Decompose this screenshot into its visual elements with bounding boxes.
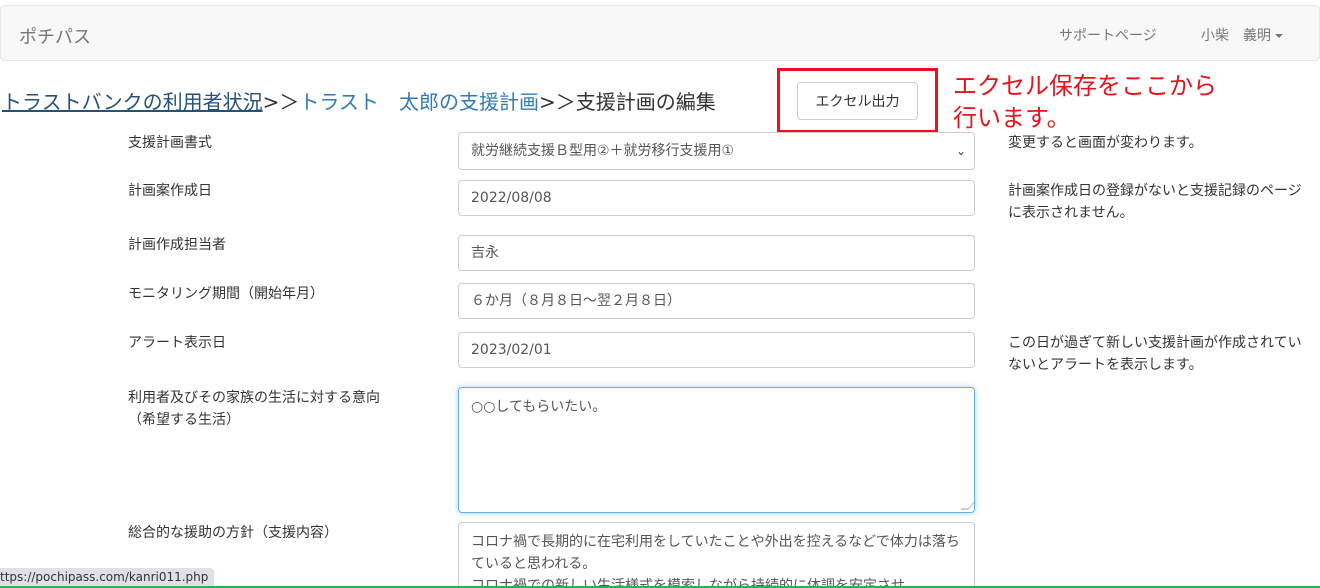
alert-date-label: アラート表示日 <box>128 335 226 351</box>
brand-logo[interactable]: ポチパス <box>19 23 91 49</box>
chevron-down-icon: ⌄ <box>955 144 966 158</box>
policy-label: 総合的な援助の方針（支援内容） <box>128 525 338 541</box>
top-navbar: ポチパス サポートページ 小柴 義明 <box>0 5 1320 61</box>
intention-label-line-2: （希望する生活） <box>128 412 240 428</box>
annotation-line-2: 行います。 <box>953 104 1071 132</box>
intention-textarea[interactable]: ○○してもらいたい。 <box>458 387 976 513</box>
caret-down-icon <box>1275 34 1283 38</box>
staff-label: 計画作成担当者 <box>128 237 226 253</box>
monitoring-label: モニタリング期間（開始年月） <box>128 286 324 302</box>
plan-format-help: 変更すると画面が変わります。 <box>1008 135 1203 151</box>
intention-label: 利用者及びその家族の生活に対する意向 （希望する生活） <box>128 387 380 431</box>
resize-handle-icon[interactable] <box>960 502 976 510</box>
draft-date-label: 計画案作成日 <box>128 183 212 199</box>
breadcrumb-separator: >＞ <box>538 90 576 114</box>
breadcrumb-current: 支援計画の編集 <box>575 90 716 114</box>
alert-date-input[interactable]: 2023/02/01 <box>458 332 975 368</box>
plan-format-select[interactable]: 就労継続支援Ｂ型用②＋就労移行支援用① ⌄ <box>458 132 975 170</box>
draft-date-help: 計画案作成日の登録がないと支援記録のページに表示されません。 <box>1008 183 1302 221</box>
annotation-line-1: エクセル保存をここから <box>953 72 1217 100</box>
draft-date-input[interactable]: 2022/08/08 <box>458 180 975 216</box>
annotation-note: エクセル保存をここから 行います。 <box>953 70 1217 134</box>
status-bar-url: ttps://pochipass.com/kanri011.php <box>0 568 215 588</box>
breadcrumb: トラストバンクの利用者状況>＞トラスト 太郎の支援計画>＞支援計画の編集 <box>2 86 716 115</box>
breadcrumb-separator: >＞ <box>262 90 300 114</box>
policy-textarea[interactable]: コロナ禍で長期的に在宅利用をしていたことや外出を控えるなどで体力は落ちていると思… <box>458 522 975 588</box>
support-page-link[interactable]: サポートページ <box>1059 25 1157 45</box>
alert-date-help: この日が過ぎて新しい支援計画が作成されていないとアラートを表示します。 <box>1008 335 1302 373</box>
monitoring-input[interactable]: ６か月（８月８日～翌２月８日） <box>458 283 975 319</box>
plan-format-label: 支援計画書式 <box>128 135 212 151</box>
staff-input[interactable]: 吉永 <box>458 235 975 271</box>
user-menu[interactable]: 小柴 義明 <box>1201 25 1283 45</box>
excel-export-button[interactable]: エクセル出力 <box>797 82 918 120</box>
breadcrumb-link-support-plan[interactable]: トラスト 太郎の支援計画 <box>299 90 539 114</box>
intention-label-line-1: 利用者及びその家族の生活に対する意向 <box>128 390 380 406</box>
intention-text: ○○してもらいたい。 <box>471 399 607 415</box>
user-name: 小柴 義明 <box>1201 28 1271 44</box>
plan-format-value: 就労継続支援Ｂ型用②＋就労移行支援用① <box>471 143 735 159</box>
breadcrumb-link-user-status[interactable]: トラストバンクの利用者状況 <box>2 90 263 114</box>
